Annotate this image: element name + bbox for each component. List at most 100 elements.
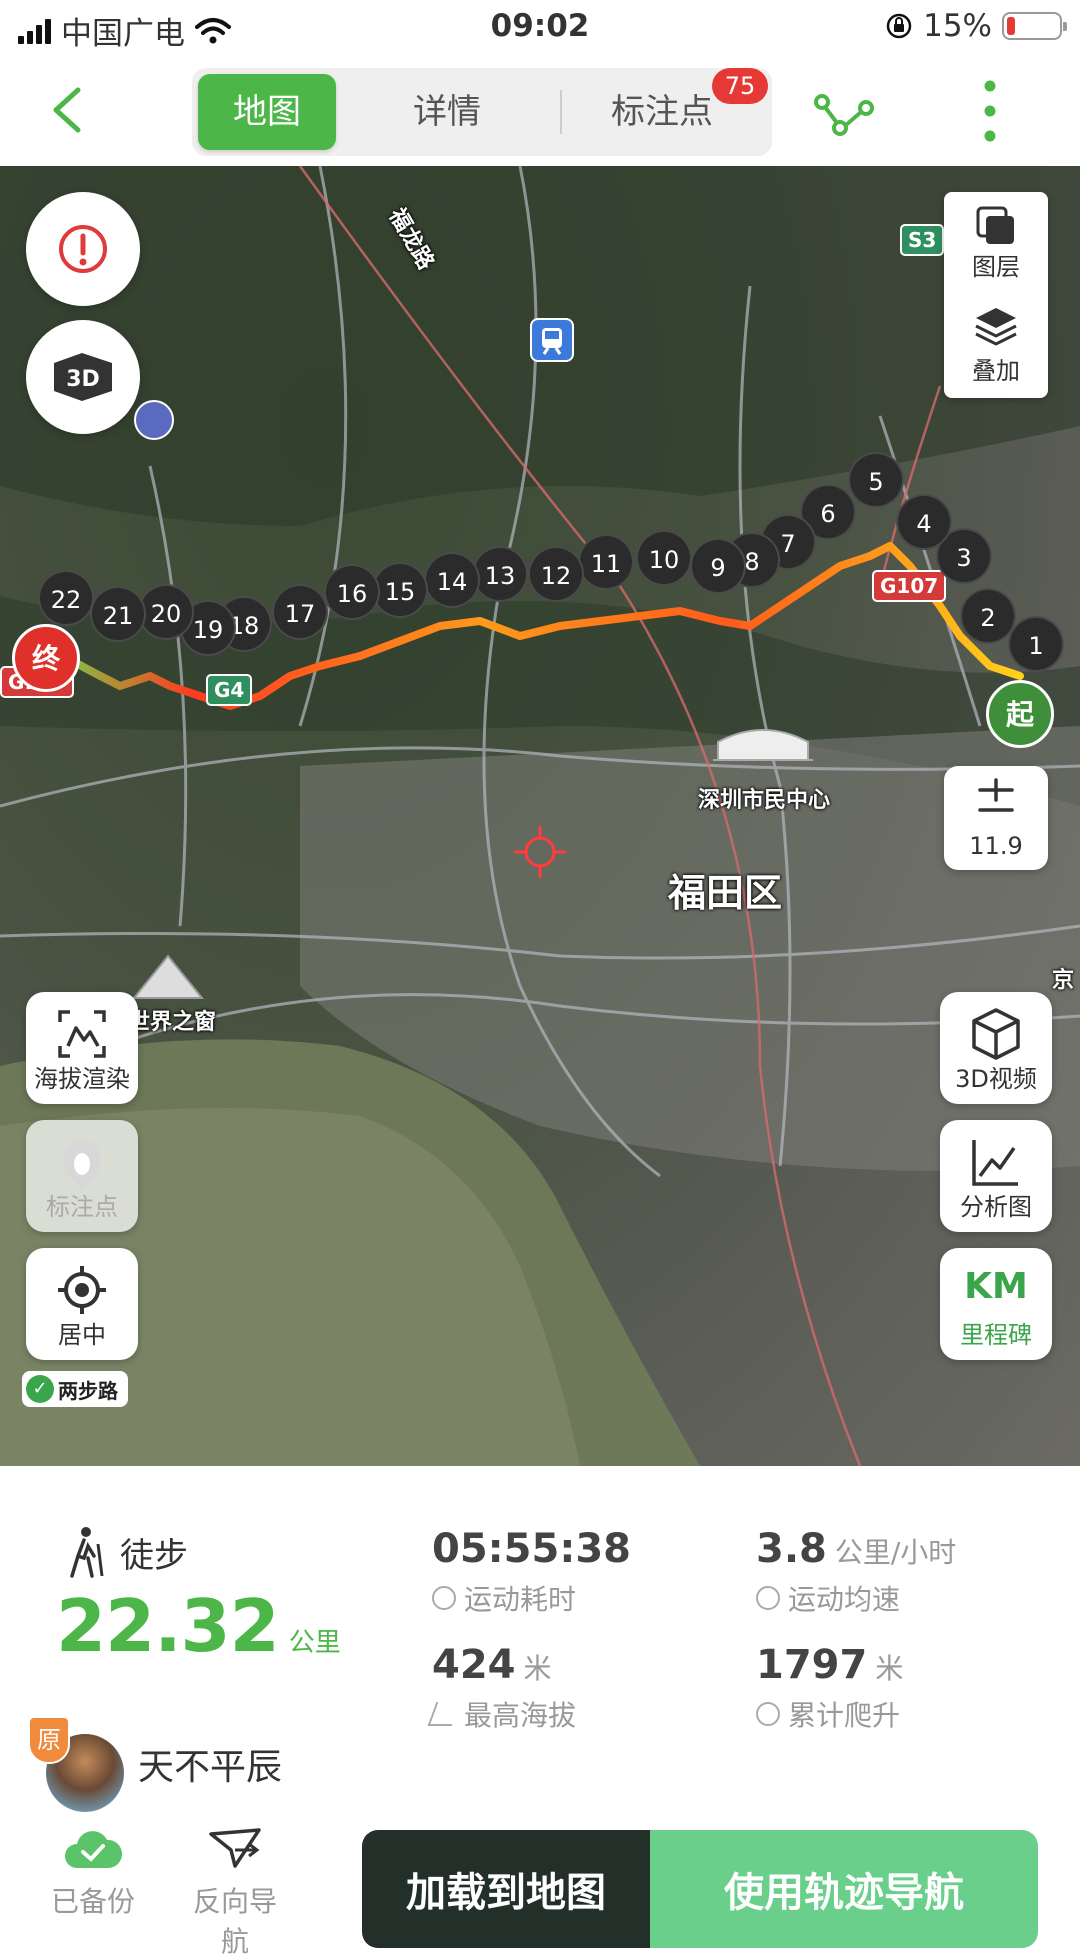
altitude-render-label: 海拔渲染 [34,1065,130,1093]
author-name[interactable]: 天不平辰 [138,1738,282,1790]
speed-unit: 公里/小时 [834,1536,957,1569]
brand-name: 两步路 [58,1378,118,1403]
3d-toggle-button[interactable]: 3D [26,320,140,434]
place-edge-label: 京 [1052,968,1075,993]
primary-actions: 加载到地图 使用轨迹导航 [362,1830,1038,1948]
tab-map[interactable]: 地图 [198,74,336,150]
place-window-world: 世界之窗 [128,1010,217,1035]
track-end-marker[interactable]: 终 [12,624,80,692]
backup-button[interactable]: 已备份 [38,1826,148,1920]
more-menu-icon[interactable] [972,76,1008,146]
rotation-lock-icon [886,13,912,39]
activity-type: 徒步 [66,1526,188,1578]
km-marker[interactable]: 16 [324,564,380,620]
use-track-nav-button[interactable]: 使用轨迹导航 [650,1830,1038,1948]
speedometer-icon [756,1586,780,1610]
markers-toggle-button[interactable]: 标注点 [26,1120,138,1232]
museum-poi-icon[interactable] [134,400,174,440]
analysis-chart-label: 分析图 [960,1193,1032,1221]
avatar[interactable]: 原 [28,1716,124,1812]
km-marker[interactable]: 22 [38,570,94,626]
milestone-label: 里程碑 [960,1321,1032,1349]
km-marker[interactable]: 13 [472,546,528,602]
route-share-icon[interactable] [812,80,876,144]
km-marker[interactable]: 11 [578,534,634,590]
track-start-marker[interactable]: 起 [986,680,1054,748]
clock-icon [432,1586,456,1610]
place-civic-center: 深圳市民中心 [698,788,831,813]
km-marker[interactable]: 12 [528,546,584,602]
climb-unit: 米 [875,1652,904,1685]
km-marker[interactable]: 20 [138,584,194,640]
3d-video-button[interactable]: 3D视频 [940,992,1052,1104]
cloud-check-icon [65,1831,123,1868]
climb-value: 1797 [756,1642,868,1688]
back-icon[interactable] [40,80,100,140]
milestone-button[interactable]: KM 里程碑 [940,1248,1052,1360]
km-text: KM [964,1266,1028,1307]
nav-bar: 地图 详情 标注点 75 [0,58,1080,166]
map-view[interactable]: 福龙路 深圳市民中心 福田区 世界之窗 京 G107 G107 G4 S3 1 … [0,166,1080,1466]
km-marker[interactable]: 4 [896,494,952,550]
km-marker[interactable]: 21 [90,586,146,642]
activity-type-label: 徒步 [120,1535,188,1576]
center-location-button[interactable]: 居中 [26,1248,138,1360]
altitude-render-button[interactable]: 海拔渲染 [26,992,138,1104]
center-location-label: 居中 [58,1321,106,1349]
warning-icon [59,225,107,273]
load-to-map-button[interactable]: 加载到地图 [362,1830,650,1948]
markers-count-badge: 75 [712,68,768,104]
analysis-chart-button[interactable]: 分析图 [940,1120,1052,1232]
km-marker[interactable]: 17 [272,584,328,640]
distance-unit: 公里 [288,1628,341,1658]
svg-text:3D: 3D [66,367,100,392]
status-bar: 中国广电 09:02 15% [0,0,1080,58]
total-distance: 22.32 公里 [56,1584,341,1668]
author[interactable]: 原 天不平辰 [28,1716,282,1812]
km-marker[interactable]: 2 [960,588,1016,644]
climb-label: 累计爬升 [788,1699,901,1732]
action-bar: 已备份 反向导航 加载到地图 使用轨迹导航 [0,1806,1080,1958]
layers-icon [976,206,1014,244]
report-issue-button[interactable] [26,192,140,306]
overlay-label: 叠加 [972,357,1020,385]
altitude-unit: 米 [523,1652,552,1685]
civic-center-landmark-icon [708,722,818,762]
layers-button[interactable]: 图层 [944,192,1048,292]
duration-label: 运动耗时 [464,1583,577,1616]
stat-climb: 1797 米 累计爬升 [756,1642,903,1734]
stat-avg-speed: 3.8 公里/小时 运动均速 [756,1526,956,1618]
brand-logo-icon: ✓ [26,1375,54,1403]
altitude-label: 最高海拔 [464,1699,577,1732]
status-right: 15% [885,8,1067,44]
km-marker[interactable]: 5 [848,452,904,508]
3d-toggle-icon: 3D [54,353,112,401]
overlay-button[interactable]: 叠加 [944,296,1048,396]
climb-up-icon [756,1702,780,1726]
km-marker[interactable]: 14 [424,552,480,608]
zoom-level-button[interactable]: 11.9 [944,766,1048,870]
reverse-nav-button[interactable]: 反向导航 [180,1826,290,1960]
mountain-icon [427,1702,461,1726]
tab-details[interactable]: 详情 [342,74,552,150]
duration-value: 05:55:38 [432,1526,631,1572]
road-tag-s3: S3 [900,224,945,256]
layers-label: 图层 [972,253,1020,281]
reverse-nav-icon [209,1828,261,1868]
chart-icon [972,1140,1018,1186]
metro-station-icon[interactable] [530,318,574,362]
km-marker[interactable]: 10 [636,530,692,586]
zoom-level: 11.9 [969,832,1023,860]
layer-panel: 图层 叠加 [944,192,1048,398]
zoom-scale-icon [978,778,1014,812]
km-marker[interactable]: 15 [372,562,428,618]
track-summary: 徒步 22.32 公里 原 天不平辰 05:55:38 运动耗时 3.8 公里/小… [0,1466,1080,1958]
battery-percent: 15% [923,8,992,44]
road-tag-g4: G4 [206,674,253,706]
hiking-icon [70,1527,104,1578]
stat-duration: 05:55:38 运动耗时 [432,1526,631,1618]
window-world-landmark-icon [130,952,206,1002]
brand-watermark: ✓ 两步路 [22,1371,128,1407]
km-marker[interactable]: 1 [1008,616,1064,672]
km-marker[interactable]: 9 [690,538,746,594]
